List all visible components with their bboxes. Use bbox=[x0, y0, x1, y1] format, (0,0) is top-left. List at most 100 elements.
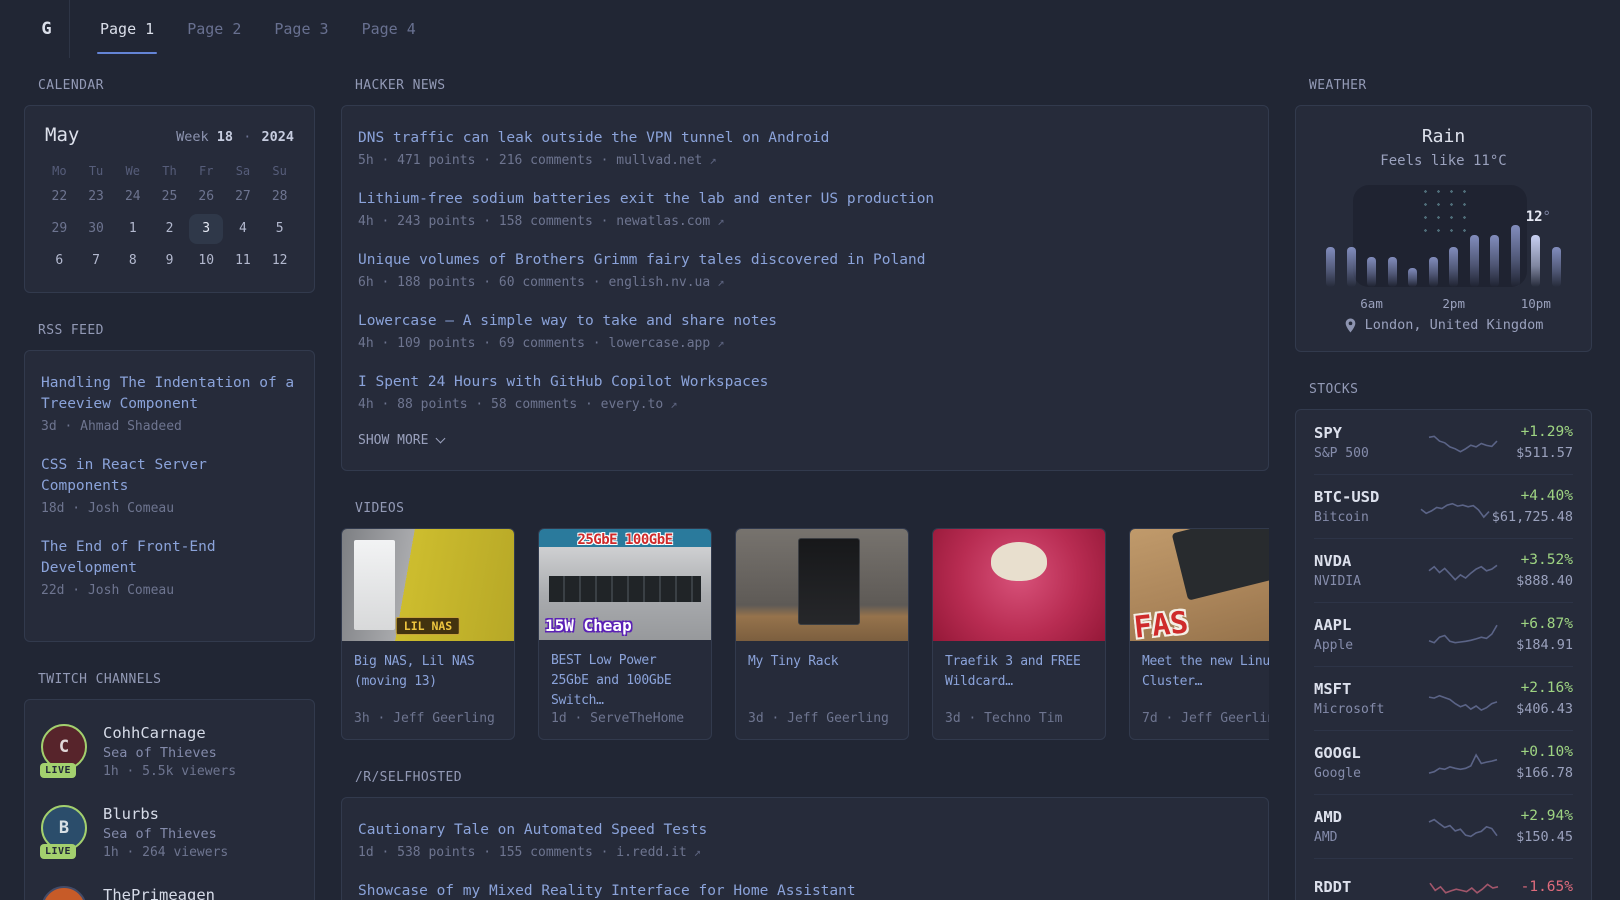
video-thumbnail[interactable] bbox=[736, 529, 908, 641]
video-meta: 3d · Techno Tim bbox=[945, 711, 1093, 726]
thumbnail-graphic bbox=[991, 542, 1046, 580]
weather-temp-bar bbox=[1347, 247, 1356, 287]
hn-show-more-button[interactable]: SHOW MORE bbox=[358, 433, 1252, 448]
calendar-day: 10 bbox=[189, 246, 223, 276]
rss-item-title[interactable]: CSS in React Server Components bbox=[41, 455, 298, 497]
external-link-icon: ↗ bbox=[709, 153, 716, 167]
video-thumbnail[interactable] bbox=[933, 529, 1105, 641]
weather-temp-bar bbox=[1388, 257, 1397, 287]
hn-item-title[interactable]: Lowercase – A simple way to take and sha… bbox=[358, 311, 1252, 332]
calendar-day: 11 bbox=[226, 246, 260, 276]
channel-name[interactable]: Blurbs bbox=[103, 805, 228, 823]
calendar-day: 8 bbox=[116, 246, 150, 276]
weather-section-label: WEATHER bbox=[1309, 78, 1592, 93]
middle-column: HACKER NEWS DNS traffic can leak outside… bbox=[341, 78, 1269, 900]
weekday-label: Fr bbox=[199, 160, 213, 182]
stock-company: AMD bbox=[1314, 830, 1418, 845]
weather-hour-cell bbox=[1388, 195, 1397, 287]
stock-ticker: AMD bbox=[1314, 808, 1418, 826]
channel-viewers: 1h · 5.5k viewers bbox=[103, 764, 236, 779]
hn-item-meta: 4h · 109 points · 69 comments · lowercas… bbox=[358, 336, 1252, 351]
channel-viewers: 1h · 264 viewers bbox=[103, 845, 228, 860]
hn-item-title[interactable]: Unique volumes of Brothers Grimm fairy t… bbox=[358, 250, 1252, 271]
video-thumbnail[interactable]: 25GbE 100GbE 15W Cheap bbox=[539, 529, 711, 640]
calendar-section: CALENDAR May Week 18 · 2024 MoTuWeThFrSa… bbox=[24, 78, 315, 293]
video-card: 25GbE 100GbE 15W Cheap BEST Low Power 25… bbox=[538, 528, 712, 740]
live-badge: LIVE bbox=[40, 763, 76, 778]
weather-hour-cell bbox=[1347, 195, 1356, 287]
external-link-icon: ↗ bbox=[717, 214, 724, 228]
rain-dots-pattern bbox=[1419, 185, 1471, 241]
weather-time-label: 10pm bbox=[1521, 296, 1551, 311]
calendar-month: May bbox=[45, 124, 79, 146]
video-thumbnail[interactable]: LIL NAS bbox=[342, 529, 514, 641]
video-title[interactable]: My Tiny Rack bbox=[748, 652, 896, 672]
live-badge: LIVE bbox=[40, 844, 76, 859]
twitch-channel-row[interactable]: C LIVE CohhCarnage Sea of Thieves 1h · 5… bbox=[41, 724, 298, 779]
stock-change: +6.87% bbox=[1516, 616, 1573, 632]
calendar-day: 26 bbox=[189, 182, 223, 212]
rss-item-title[interactable]: Handling The Indentation of a Treeview C… bbox=[41, 373, 298, 415]
weather-hour-cell bbox=[1511, 195, 1520, 287]
thumbnail-graphic bbox=[354, 540, 395, 630]
external-link-icon: ↗ bbox=[717, 275, 724, 289]
reddit-item-title[interactable]: Showcase of my Mixed Reality Interface f… bbox=[358, 881, 1252, 900]
video-title[interactable]: Meet the new Linux Cluster… bbox=[1142, 652, 1269, 692]
page-tab[interactable]: Page 2 bbox=[184, 0, 244, 58]
weekday-label: Mo bbox=[52, 160, 66, 182]
videos-section-label: VIDEOS bbox=[355, 501, 1269, 516]
video-title[interactable]: Big NAS, Lil NAS (moving 13) bbox=[354, 652, 502, 692]
thumbnail-graphic bbox=[798, 538, 860, 625]
weather-hour-cell bbox=[1470, 195, 1479, 287]
weather-hour-cell: 2pm bbox=[1449, 195, 1458, 287]
stock-company: Bitcoin bbox=[1314, 510, 1418, 525]
page-tab[interactable]: Page 1 bbox=[97, 0, 157, 58]
reddit-item-title[interactable]: Cautionary Tale on Automated Speed Tests bbox=[358, 820, 1252, 841]
dot-separator: · bbox=[241, 129, 253, 145]
hn-item: I Spent 24 Hours with GitHub Copilot Wor… bbox=[358, 372, 1252, 412]
stock-change: +4.40% bbox=[1492, 488, 1573, 504]
calendar-day: 29 bbox=[42, 214, 76, 244]
calendar-day: 6 bbox=[42, 246, 76, 276]
twitch-channel-row[interactable]: P ThePrimeagen bbox=[41, 886, 298, 900]
video-title[interactable]: BEST Low Power 25GbE and 100GbE Switch… bbox=[551, 651, 699, 711]
hn-item-title[interactable]: DNS traffic can leak outside the VPN tun… bbox=[358, 128, 1252, 149]
stock-row: GOOGL Google +0.10% $166.78 bbox=[1314, 730, 1573, 794]
video-thumbnail[interactable]: FAS bbox=[1130, 529, 1269, 641]
avatar: B LIVE bbox=[41, 805, 87, 851]
stock-row: AAPL Apple +6.87% $184.91 bbox=[1314, 602, 1573, 666]
right-column: WEATHER Rain Feels like 11°C bbox=[1295, 78, 1592, 900]
weather-section: WEATHER Rain Feels like 11°C bbox=[1295, 78, 1592, 352]
video-card: FAS Meet the new Linux Cluster… 7d · Jef… bbox=[1129, 528, 1269, 740]
twitch-channel-row[interactable]: B LIVE Blurbs Sea of Thieves 1h · 264 vi… bbox=[41, 805, 298, 860]
channel-name[interactable]: ThePrimeagen bbox=[103, 886, 215, 900]
weather-temp-bar bbox=[1531, 235, 1540, 287]
weather-feels-like: Feels like 11°C bbox=[1316, 153, 1571, 169]
degree-icon: ° bbox=[1543, 209, 1551, 225]
hn-item-title[interactable]: I Spent 24 Hours with GitHub Copilot Wor… bbox=[358, 372, 1252, 393]
stocks-section: STOCKS SPY S&P 500 +1.29% $511.57 bbox=[1295, 382, 1592, 900]
weather-temp-bar bbox=[1470, 235, 1479, 287]
calendar-day: 3 bbox=[189, 214, 223, 244]
page-tab[interactable]: Page 3 bbox=[271, 0, 331, 58]
video-title[interactable]: Traefik 3 and FREE Wildcard… bbox=[945, 652, 1093, 692]
thumbnail-text-top: 25GbE 100GbE bbox=[539, 532, 711, 548]
stock-sparkline bbox=[1427, 812, 1499, 842]
hackernews-section-label: HACKER NEWS bbox=[355, 78, 1269, 93]
stock-price: $150.45 bbox=[1516, 829, 1573, 845]
app-logo[interactable]: G bbox=[24, 0, 70, 58]
weekday-label: Th bbox=[162, 160, 176, 182]
weather-hour-cell bbox=[1408, 195, 1417, 287]
stock-change: +3.52% bbox=[1516, 552, 1573, 568]
thumbnail-text-bottom: 15W Cheap bbox=[545, 616, 632, 635]
rss-item-meta: 3d · Ahmad Shadeed bbox=[41, 419, 298, 434]
weather-time-label: 2pm bbox=[1442, 296, 1465, 311]
page-tab[interactable]: Page 4 bbox=[359, 0, 419, 58]
video-meta: 3h · Jeff Geerling bbox=[354, 711, 502, 726]
rss-item-title[interactable]: The End of Front-End Development bbox=[41, 537, 298, 579]
hn-item-meta: 4h · 88 points · 58 comments · every.to↗ bbox=[358, 397, 1252, 412]
left-column: CALENDAR May Week 18 · 2024 MoTuWeThFrSa… bbox=[24, 78, 315, 900]
channel-name[interactable]: CohhCarnage bbox=[103, 724, 236, 742]
stock-price: $511.57 bbox=[1516, 445, 1573, 461]
hn-item-title[interactable]: Lithium-free sodium batteries exit the l… bbox=[358, 189, 1252, 210]
